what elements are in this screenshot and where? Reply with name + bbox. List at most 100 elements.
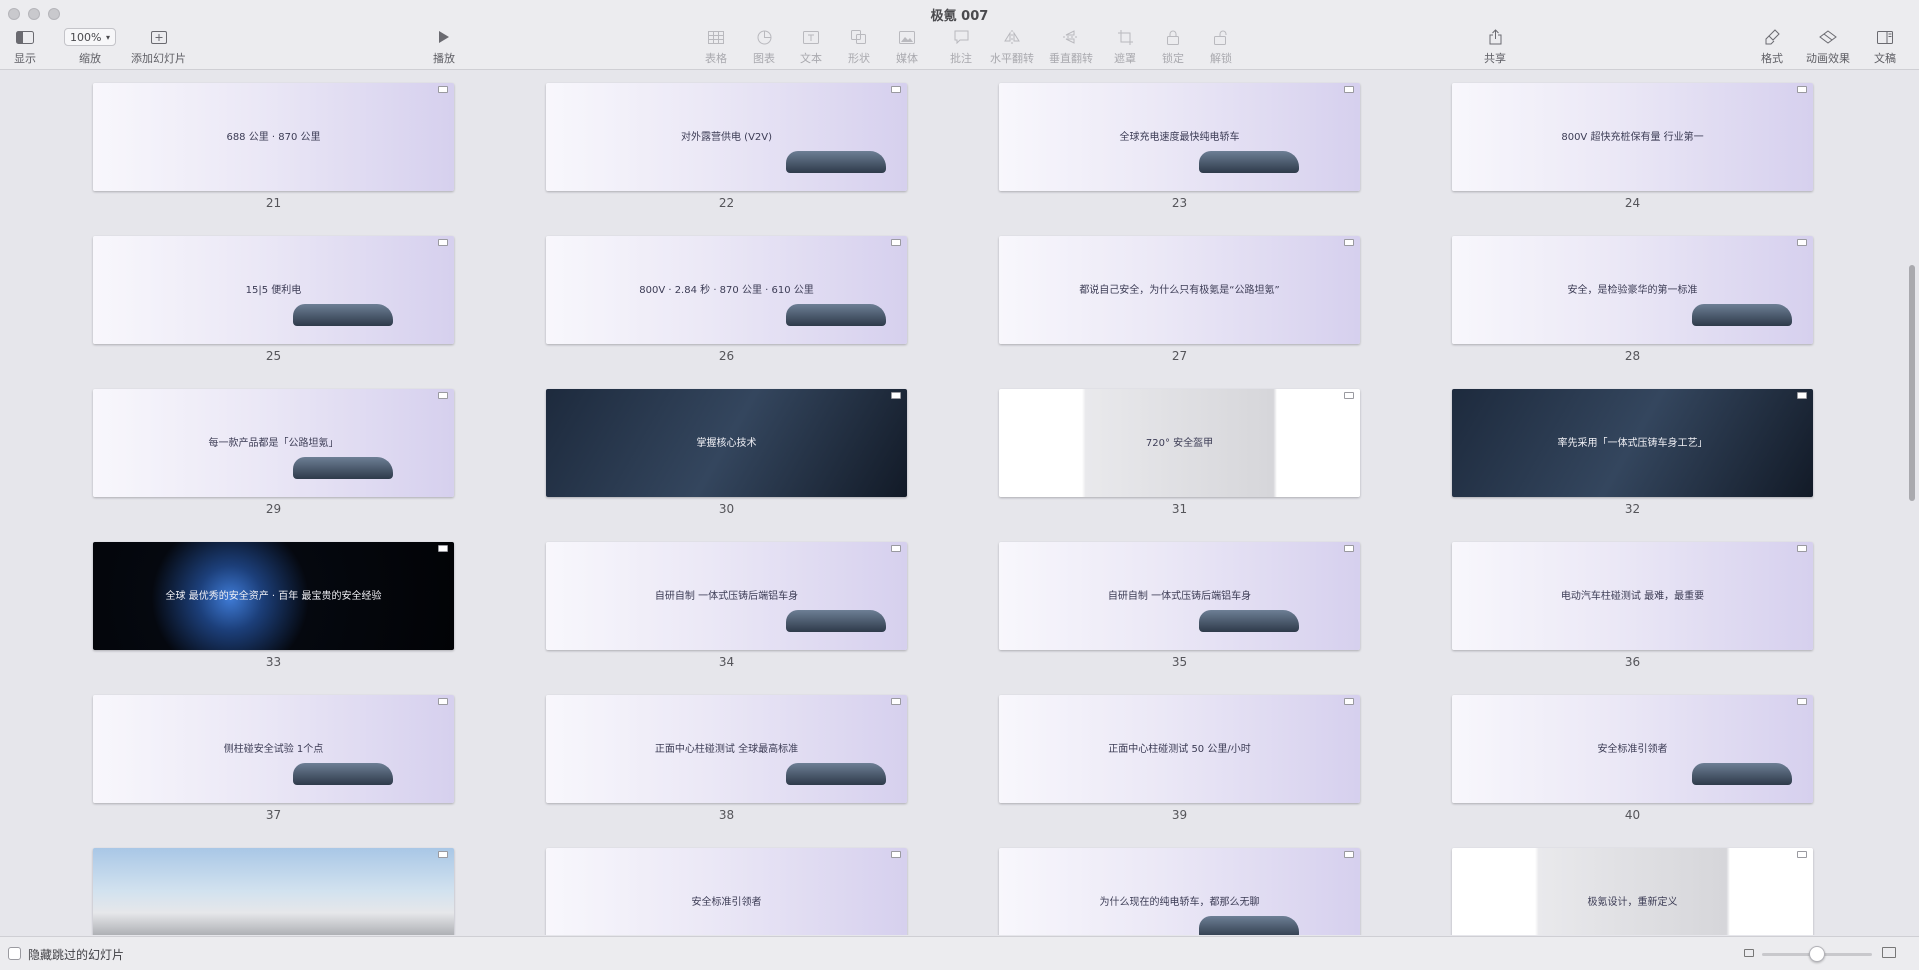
presenter-notes-icon bbox=[891, 392, 901, 399]
car-image bbox=[293, 304, 393, 326]
slide-title: 自研自制 一体式压铸后端铝车身 bbox=[654, 591, 799, 603]
add-slide-button[interactable]: 添加幻灯片 bbox=[131, 26, 186, 66]
slide-number: 34 bbox=[718, 655, 735, 669]
document-icon bbox=[1877, 26, 1893, 48]
slide-title: 都说自己安全，为什么只有极氪是“公路坦氪” bbox=[1079, 285, 1280, 297]
unlock-label: 解锁 bbox=[1210, 52, 1232, 65]
slide-number: 32 bbox=[1624, 502, 1641, 516]
slide-thumbnail[interactable]: 720° 安全盔甲 bbox=[999, 389, 1360, 497]
slide-grid: 688 公里 · 870 公里 21 对外露营供电 (V2V) 22 全球充电速度最快纯… bbox=[0, 71, 1919, 935]
slide-title: 15|5 便利电 bbox=[245, 285, 302, 297]
slide-thumbnail[interactable]: 侧柱碰安全试验 1个点 bbox=[93, 695, 454, 803]
presenter-notes-icon bbox=[1797, 392, 1807, 399]
slide-thumbnail[interactable]: 安全，是检验豪华的第一标准 bbox=[1452, 236, 1813, 344]
slide-thumbnail[interactable]: 800V · 2.84 秒 · 870 公里 · 610 公里 bbox=[546, 236, 907, 344]
slide-title: 侧柱碰安全试验 1个点 bbox=[223, 744, 324, 756]
slide-title: 正面中心柱碰测试 50 公里/小时 bbox=[1108, 744, 1251, 756]
document-label: 文稿 bbox=[1874, 52, 1896, 65]
comment-icon bbox=[954, 26, 969, 48]
large-thumbnail-icon bbox=[1882, 947, 1896, 958]
slide-thumbnail[interactable]: 800V 超快充桩保有量 行业第一 bbox=[1452, 83, 1813, 191]
slide-thumbnail[interactable]: 为什么现在的纯电轿车，都那么无聊 bbox=[999, 848, 1360, 935]
shape-button[interactable]: 形状 bbox=[848, 26, 870, 66]
thumbnail-size-knob[interactable] bbox=[1809, 946, 1825, 962]
presenter-notes-icon bbox=[1344, 392, 1354, 399]
text-button[interactable]: 文本 bbox=[800, 26, 822, 66]
flip-vertical-label: 垂直翻转 bbox=[1049, 52, 1093, 65]
view-button[interactable]: 显示 bbox=[14, 26, 36, 66]
bottom-bar: 隐藏跳过的幻灯片 bbox=[0, 936, 1919, 970]
slide-title: 800V 超快充桩保有量 行业第一 bbox=[1561, 132, 1704, 144]
presenter-notes-icon bbox=[438, 86, 448, 93]
presenter-notes-icon bbox=[438, 545, 448, 552]
document-button[interactable]: 文稿 bbox=[1874, 26, 1896, 66]
flip-horizontal-icon bbox=[1004, 26, 1020, 48]
slide-thumbnail[interactable]: 688 公里 · 870 公里 bbox=[93, 83, 454, 191]
chart-icon bbox=[757, 26, 772, 48]
zoom-select[interactable]: 100% ▾ bbox=[64, 28, 116, 46]
slide-number: 36 bbox=[1624, 655, 1641, 669]
comment-label: 批注 bbox=[950, 52, 972, 65]
slide-title: 自研自制 一体式压铸后端铝车身 bbox=[1107, 591, 1252, 603]
slide-number: 26 bbox=[718, 349, 735, 363]
slide-thumbnail[interactable]: 安全标准引领者 bbox=[546, 848, 907, 935]
slide-thumbnail[interactable] bbox=[93, 848, 454, 935]
slide-thumbnail[interactable]: 对外露营供电 (V2V) bbox=[546, 83, 907, 191]
slide-thumbnail[interactable]: 15|5 便利电 bbox=[93, 236, 454, 344]
slide-thumbnail[interactable]: 正面中心柱碰测试 全球最高标准 bbox=[546, 695, 907, 803]
vertical-scrollbar[interactable] bbox=[1909, 265, 1915, 501]
presenter-notes-icon bbox=[891, 851, 901, 858]
slide-thumbnail[interactable]: 率先采用「一体式压铸车身工艺」 bbox=[1452, 389, 1813, 497]
slide-title: 安全标准引领者 bbox=[691, 897, 762, 909]
slide-thumbnail[interactable]: 安全标准引领者 bbox=[1452, 695, 1813, 803]
zoom-control[interactable]: 100% ▾ 缩放 bbox=[64, 26, 116, 66]
car-image bbox=[786, 763, 886, 785]
car-image bbox=[786, 151, 886, 173]
animate-button[interactable]: 动画效果 bbox=[1806, 26, 1850, 66]
slide-title: 800V · 2.84 秒 · 870 公里 · 610 公里 bbox=[639, 285, 814, 297]
comment-button[interactable]: 批注 bbox=[950, 26, 972, 66]
slide-number: 23 bbox=[1171, 196, 1188, 210]
unlock-icon bbox=[1214, 26, 1228, 48]
slide-thumbnail[interactable]: 自研自制 一体式压铸后端铝车身 bbox=[546, 542, 907, 650]
share-button[interactable]: 共享 bbox=[1484, 26, 1506, 66]
slide-thumbnail[interactable]: 掌握核心技术 bbox=[546, 389, 907, 497]
slide-thumbnail[interactable]: 电动汽车柱碰测试 最难，最重要 bbox=[1452, 542, 1813, 650]
slide-title: 每一款产品都是「公路坦氪」 bbox=[208, 438, 339, 450]
media-button[interactable]: 媒体 bbox=[896, 26, 918, 66]
slide-title: 极氪设计，重新定义 bbox=[1587, 897, 1678, 909]
slide-title: 对外露营供电 (V2V) bbox=[680, 132, 773, 144]
presenter-notes-icon bbox=[1344, 239, 1354, 246]
presenter-notes-icon bbox=[1344, 698, 1354, 705]
slide-number: 31 bbox=[1171, 502, 1188, 516]
chart-button[interactable]: 图表 bbox=[753, 26, 775, 66]
flip-horizontal-button[interactable]: 水平翻转 bbox=[990, 26, 1034, 66]
slide-thumbnail[interactable]: 全球充电速度最快纯电轿车 bbox=[999, 83, 1360, 191]
lock-button[interactable]: 锁定 bbox=[1162, 26, 1184, 66]
slide-thumbnail[interactable]: 自研自制 一体式压铸后端铝车身 bbox=[999, 542, 1360, 650]
slide-thumbnail[interactable]: 正面中心柱碰测试 50 公里/小时 bbox=[999, 695, 1360, 803]
lock-label: 锁定 bbox=[1162, 52, 1184, 65]
slide-thumbnail[interactable]: 每一款产品都是「公路坦氪」 bbox=[93, 389, 454, 497]
add-slide-icon bbox=[150, 26, 167, 48]
media-icon bbox=[899, 26, 915, 48]
mask-button[interactable]: 遮罩 bbox=[1114, 26, 1136, 66]
slide-thumbnail[interactable]: 极氪设计，重新定义 bbox=[1452, 848, 1813, 935]
view-label: 显示 bbox=[14, 52, 36, 65]
slide-thumbnail[interactable]: 都说自己安全，为什么只有极氪是“公路坦氪” bbox=[999, 236, 1360, 344]
media-label: 媒体 bbox=[896, 52, 918, 65]
flip-vertical-button[interactable]: 垂直翻转 bbox=[1049, 26, 1093, 66]
slide-number: 37 bbox=[265, 808, 282, 822]
presenter-notes-icon bbox=[1344, 545, 1354, 552]
slide-number: 24 bbox=[1624, 196, 1641, 210]
table-button[interactable]: 表格 bbox=[705, 26, 727, 66]
format-label: 格式 bbox=[1761, 52, 1783, 65]
slide-thumbnail[interactable]: 全球 最优秀的安全资产 · 百年 最宝贵的安全经验 bbox=[93, 542, 454, 650]
slide-number: 28 bbox=[1624, 349, 1641, 363]
unlock-button[interactable]: 解锁 bbox=[1210, 26, 1232, 66]
car-image bbox=[786, 610, 886, 632]
play-button[interactable]: 播放 bbox=[433, 26, 455, 66]
presenter-notes-icon bbox=[1797, 698, 1807, 705]
format-button[interactable]: 格式 bbox=[1761, 26, 1783, 66]
hide-skipped-checkbox[interactable] bbox=[8, 947, 21, 960]
